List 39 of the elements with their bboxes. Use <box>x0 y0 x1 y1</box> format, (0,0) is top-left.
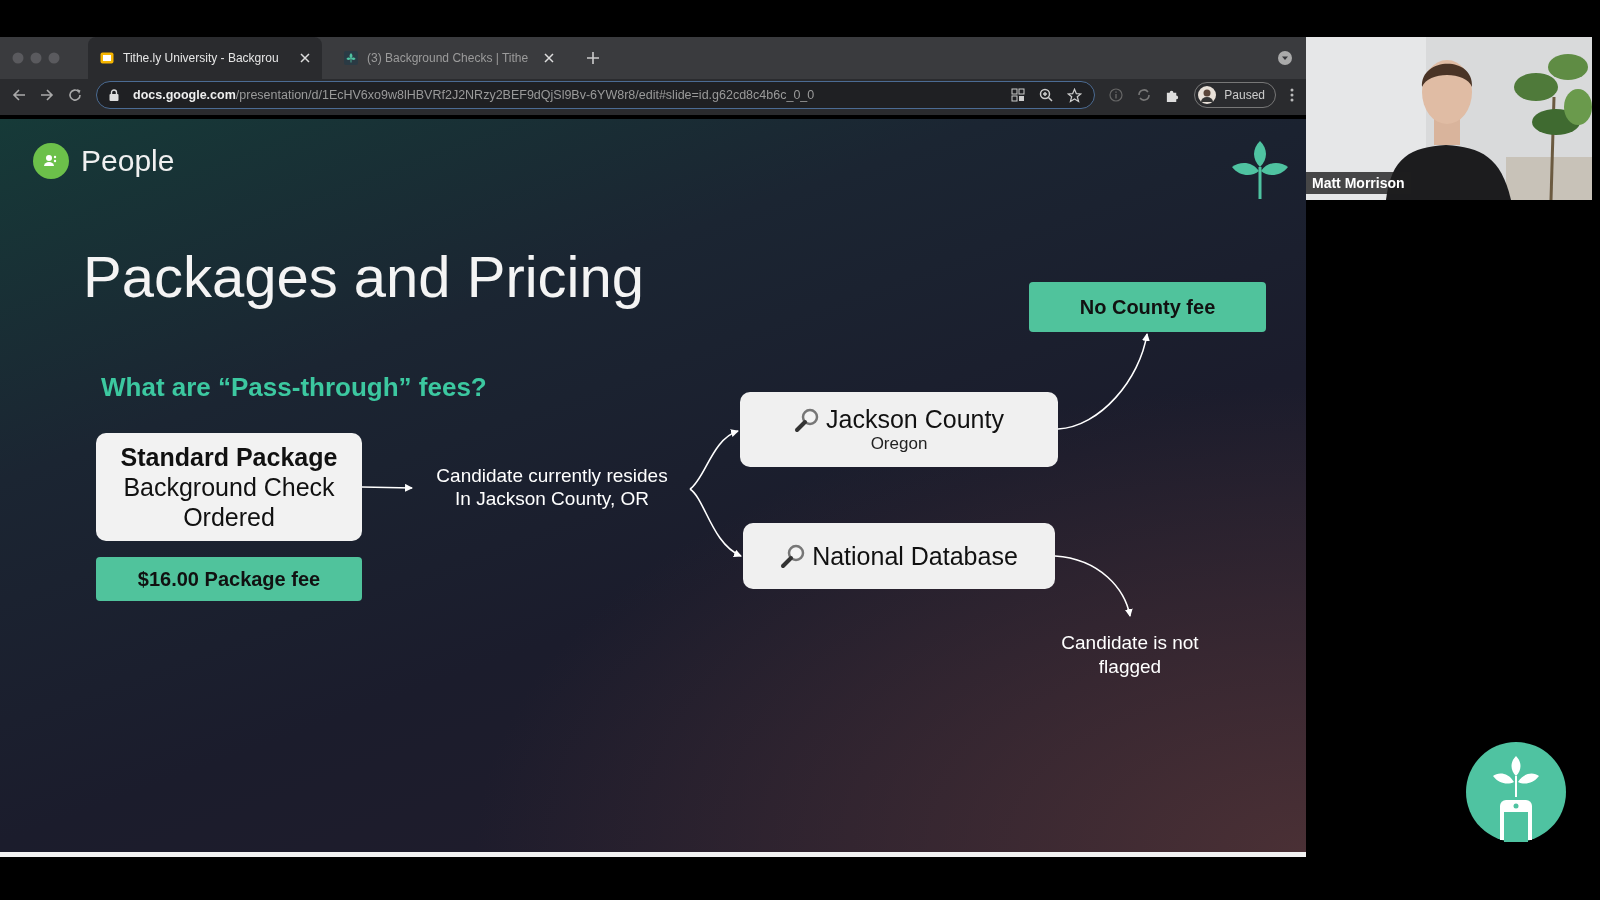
close-icon[interactable] <box>544 53 554 63</box>
dropdown-icon[interactable] <box>1278 51 1292 65</box>
fee-box: $16.00 Package fee <box>96 557 362 601</box>
result-text: Candidate is not flagged <box>1060 631 1200 679</box>
more-icon[interactable] <box>1290 88 1294 102</box>
qr-code-icon[interactable] <box>1011 88 1026 102</box>
arrow <box>689 430 739 490</box>
close-icon[interactable] <box>300 53 310 63</box>
leaf-icon <box>344 51 358 65</box>
avatar-icon <box>1198 86 1217 104</box>
people-icon <box>33 143 69 179</box>
arrow <box>689 488 742 557</box>
magnifier-icon <box>794 406 821 433</box>
arrow <box>361 483 413 492</box>
package-title: Standard Package <box>120 442 338 472</box>
search-title: Jackson County <box>826 405 1004 434</box>
fee-box: No County fee <box>1029 282 1266 332</box>
leaf-logo-icon <box>1232 141 1288 199</box>
section-title: People <box>81 144 175 178</box>
forward-icon[interactable] <box>40 88 54 102</box>
condition-text: Candidate currently resides In Jackson County, OR <box>435 464 669 510</box>
slides-icon <box>100 51 114 65</box>
browser-tab[interactable]: Tithe.ly University - Backgrou <box>88 37 322 79</box>
search-title: National Database <box>812 541 1018 571</box>
plant-phone-logo-icon <box>1466 742 1566 842</box>
browser-tab[interactable]: (3) Background Checks | Tithe <box>332 37 566 79</box>
sync-icon[interactable] <box>1137 88 1152 102</box>
subtitle: What are “Pass-through” fees? <box>101 372 487 403</box>
zoom-icon[interactable] <box>1039 88 1054 102</box>
reload-icon[interactable] <box>68 88 82 102</box>
search-subtitle: Oregon <box>870 434 928 454</box>
new-tab-icon[interactable] <box>586 51 600 65</box>
star-icon[interactable] <box>1067 87 1083 103</box>
lock-icon <box>109 89 119 101</box>
address-bar[interactable]: docs.google.com/presentation/d/1EcHV6xo9w8lHBVRf2J2NRzy2BEF9dQjSl9Bv-6YW8r8/edit#slide=id.g62cd8c4b6c_0_0 <box>96 81 1096 109</box>
back-icon[interactable] <box>12 88 26 102</box>
slide-title: Packages and Pricing <box>83 243 644 310</box>
package-detail: Background Check Ordered <box>122 471 336 532</box>
magnifier-icon <box>780 543 807 569</box>
